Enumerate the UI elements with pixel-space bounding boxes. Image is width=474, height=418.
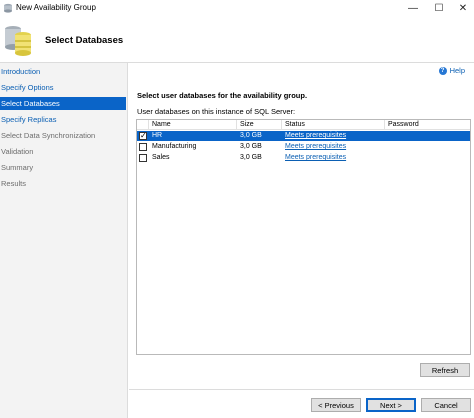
minimize-icon[interactable]: — [400,0,426,17]
column-header-size[interactable]: Size [237,120,282,130]
row-checkbox[interactable] [139,143,147,151]
previous-button[interactable]: < Previous [311,398,361,412]
status-link[interactable]: Meets prerequisites [282,131,346,141]
instruction-text: Select user databases for the availabili… [137,91,308,100]
sidebar-item-specify-options[interactable]: Specify Options [0,81,126,94]
sidebar-item-specify-replicas[interactable]: Specify Replicas [0,113,126,126]
row-checkbox[interactable] [139,131,147,140]
window-title: New Availability Group [16,3,96,12]
database-cylinders-icon [5,26,31,56]
main-panel: ? Help Select user databases for the ava… [129,63,474,387]
app-icon [4,3,12,13]
password-cell[interactable] [385,131,388,141]
cancel-button[interactable]: Cancel [421,398,471,412]
table-row[interactable]: Sales 3,0 GB Meets prerequisites [137,153,470,163]
help-link[interactable]: ? Help [438,66,465,75]
next-button[interactable]: Next > [366,398,416,412]
databases-grid: Name Size Status Password HR 3,0 GB Meet… [136,119,471,355]
page-title: Select Databases [45,35,124,46]
row-checkbox[interactable] [139,154,147,162]
database-name: HR [152,132,163,139]
close-icon[interactable]: ✕ [450,0,474,17]
maximize-icon[interactable]: ☐ [426,0,452,17]
sidebar-item-summary: Summary [1,163,34,172]
table-row[interactable]: Manufacturing 3,0 GB Meets prerequisites [137,142,470,152]
table-row[interactable]: HR 3,0 GB Meets prerequisites [137,131,470,141]
column-header-name[interactable]: Name [149,120,237,130]
grid-header-checkbox-col [137,120,149,130]
database-size: 3,0 GB [240,143,262,150]
database-size: 3,0 GB [240,132,262,139]
help-label: Help [449,66,465,75]
database-size: 3,0 GB [240,154,262,161]
status-link[interactable]: Meets prerequisites [282,153,346,163]
refresh-button[interactable]: Refresh [420,363,470,377]
column-header-password[interactable]: Password [385,120,470,130]
wizard-sidebar: Introduction Specify Options Select Data… [0,63,128,418]
title-bar: New Availability Group — ☐ ✕ [0,0,474,17]
sidebar-item-select-data-synchronization: Select Data Synchronization [1,131,96,140]
password-cell[interactable] [385,142,388,152]
grid-caption: User databases on this instance of SQL S… [137,107,296,116]
sidebar-item-introduction[interactable]: Introduction [0,65,126,78]
column-header-status[interactable]: Status [282,120,385,130]
status-link[interactable]: Meets prerequisites [282,142,346,152]
grid-header: Name Size Status Password [137,120,470,130]
footer-divider [129,389,474,390]
database-name: Manufacturing [152,143,197,150]
password-cell[interactable] [385,153,388,163]
wizard-header: Select Databases [0,17,474,63]
sidebar-item-select-databases[interactable]: Select Databases [0,97,126,110]
sidebar-item-results: Results [1,179,27,188]
sidebar-item-validation: Validation [1,147,34,156]
database-name: Sales [152,154,170,161]
help-icon: ? [438,66,447,75]
